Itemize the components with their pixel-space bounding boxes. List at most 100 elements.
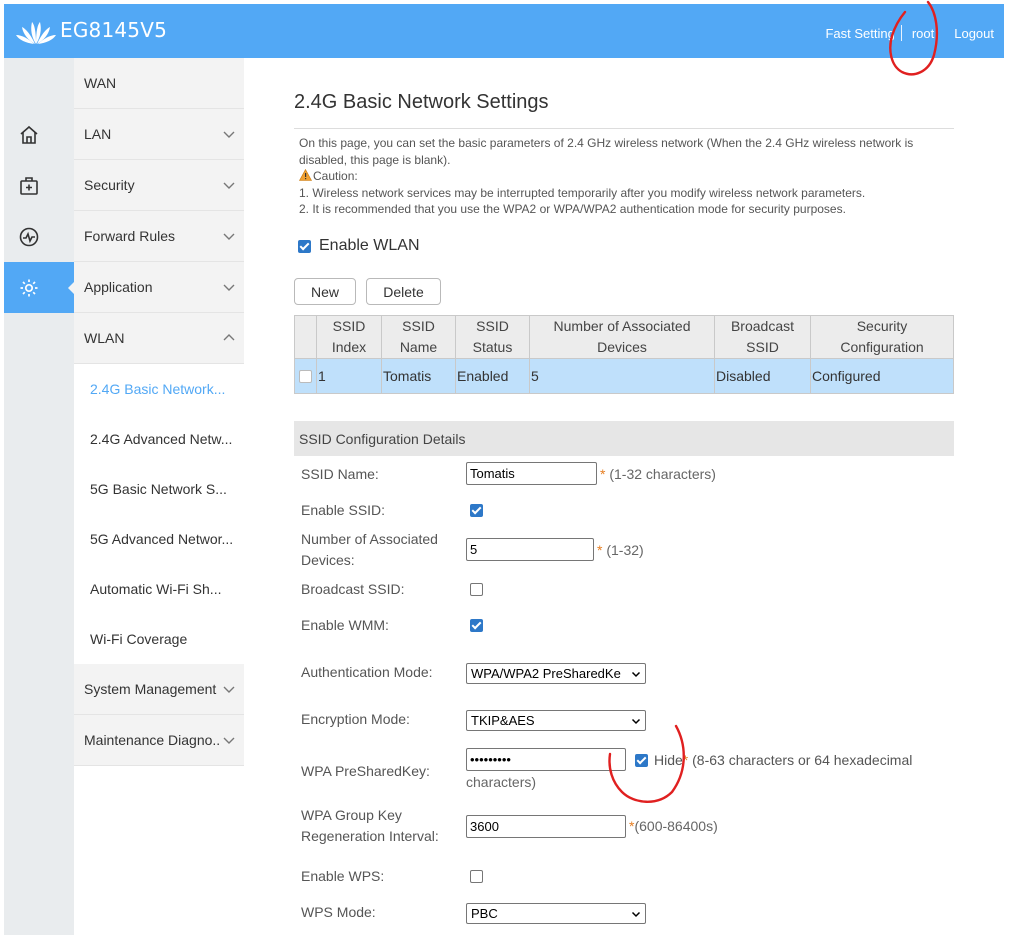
activity-icon	[19, 227, 39, 246]
sidebar-item-application[interactable]: Application	[74, 262, 244, 313]
caution-label: Caution:	[313, 169, 358, 183]
enable-wlan-row: Enable WLAN	[298, 237, 420, 255]
sidebar-subitem-5g-advanced[interactable]: 5G Advanced Networ...	[74, 514, 244, 564]
fast-setting-link[interactable]: Fast Setting	[825, 26, 894, 41]
label-line: Regeneration Interval:	[301, 828, 439, 844]
select-value: TKIP&AES	[471, 713, 535, 728]
hide-key-checkbox[interactable]	[635, 754, 648, 767]
hide-text: Hide	[654, 752, 683, 768]
column-header: Security Configuration	[810, 315, 954, 359]
caution-line: Caution:	[299, 168, 954, 185]
description-text: On this page, you can set the basic para…	[299, 136, 914, 167]
label-line: Devices:	[301, 552, 355, 568]
column-header: SSID Name	[381, 315, 456, 359]
sidebar-item-security[interactable]: Security	[74, 160, 244, 211]
page-title: 2.4G Basic Network Settings	[294, 91, 549, 113]
config-section-header: SSID Configuration Details	[294, 421, 954, 456]
enable-ssid-checkbox[interactable]	[470, 504, 483, 517]
row-select-checkbox[interactable]	[299, 369, 312, 383]
encryption-mode-select[interactable]: TKIP&AES	[466, 710, 646, 731]
assoc-devices-hint: * (1-32)	[597, 542, 644, 558]
sidebar-item-label: WLAN	[84, 330, 125, 346]
user-link[interactable]: root	[912, 26, 934, 41]
sidebar-subitem-wifi-coverage[interactable]: Wi-Fi Coverage	[74, 614, 244, 664]
gear-icon	[20, 279, 38, 296]
top-links: Fast Setting root Logout	[825, 25, 994, 41]
table-cell: 1	[316, 358, 382, 394]
encryption-mode-label: Encryption Mode:	[301, 711, 410, 727]
page-description: On this page, you can set the basic para…	[294, 128, 954, 218]
divider	[900, 25, 902, 41]
chevron-down-icon	[223, 737, 235, 744]
main-content: 2.4G Basic Network Settings On this page…	[244, 58, 1004, 935]
table-cell: 5	[529, 358, 715, 394]
psk-label: WPA PreSharedKey:	[301, 763, 430, 779]
toolbox-icon	[20, 176, 38, 195]
psk-input[interactable]	[466, 748, 626, 771]
select-column-header	[294, 315, 317, 359]
table-cell: Disabled	[714, 358, 811, 394]
sidebar-item-label: Security	[84, 177, 135, 193]
hint-text: (8-63 characters or 64 hexadecimal	[692, 752, 913, 768]
label-line: WPA Group Key	[301, 807, 402, 823]
top-header: EG8145V5 Fast Setting root Logout	[4, 4, 1004, 58]
broadcast-ssid-checkbox[interactable]	[470, 583, 483, 596]
chevron-down-icon	[223, 233, 235, 240]
hint-text: (1-32)	[606, 542, 644, 558]
sidebar-item-label: Maintenance Diagno..	[84, 732, 221, 748]
new-button[interactable]: New	[294, 278, 356, 305]
sidebar-item-maintenance[interactable]: Maintenance Diagno..	[74, 715, 244, 766]
hide-key-label: Hide* (8-63 characters or 64 hexadecimal	[654, 752, 912, 768]
select-value: WPA/WPA2 PreSharedKe	[471, 666, 621, 681]
nav-toolbox[interactable]	[4, 160, 74, 211]
table-row[interactable]: 1 Tomatis Enabled 5 Disabled Configured	[294, 358, 954, 394]
home-icon	[20, 125, 38, 144]
column-header: SSID Status	[455, 315, 530, 359]
delete-button[interactable]: Delete	[366, 278, 441, 305]
chevron-down-icon	[631, 718, 641, 724]
auth-mode-label: Authentication Mode:	[301, 664, 433, 680]
wps-mode-select[interactable]: PBC	[466, 903, 646, 924]
rekey-interval-input[interactable]	[466, 815, 626, 838]
ssid-name-input[interactable]	[466, 462, 597, 485]
sidebar-item-wlan[interactable]: WLAN	[74, 313, 244, 364]
device-model: EG8145V5	[60, 18, 168, 42]
ssid-name-hint: * (1-32 characters)	[600, 466, 716, 482]
huawei-logo-icon	[16, 22, 56, 44]
sidebar-subitem-5g-basic[interactable]: 5G Basic Network S...	[74, 464, 244, 514]
logout-link[interactable]: Logout	[954, 26, 994, 41]
sidebar-item-system-management[interactable]: System Management	[74, 664, 244, 715]
chevron-down-icon	[223, 182, 235, 189]
sidebar-item-lan[interactable]: LAN	[74, 109, 244, 160]
sidebar-menu: WAN LAN Security Forward Rules Applicati…	[74, 58, 244, 935]
sidebar-item-label: Application	[84, 279, 153, 295]
nav-home[interactable]	[4, 109, 74, 160]
sidebar-item-forward-rules[interactable]: Forward Rules	[74, 211, 244, 262]
auth-mode-select[interactable]: WPA/WPA2 PreSharedKe	[466, 663, 646, 684]
wps-mode-label: WPS Mode:	[301, 904, 376, 920]
enable-wlan-label: Enable WLAN	[319, 237, 420, 254]
required-mark: *	[597, 542, 603, 558]
nav-diagnostics[interactable]	[4, 211, 74, 262]
enable-wps-label: Enable WPS:	[301, 868, 385, 884]
enable-wlan-checkbox[interactable]	[298, 239, 311, 253]
chevron-up-icon	[223, 334, 235, 341]
sidebar-item-label: WAN	[84, 75, 117, 91]
chevron-down-icon	[223, 131, 235, 138]
column-header: Number of Associated Devices	[529, 315, 715, 359]
sidebar-subitem-auto-wifi-share[interactable]: Automatic Wi-Fi Sh...	[74, 564, 244, 614]
nav-advanced[interactable]	[4, 262, 76, 313]
table-cell: Tomatis	[381, 358, 456, 394]
enable-wmm-checkbox[interactable]	[470, 619, 483, 632]
enable-wps-checkbox[interactable]	[470, 870, 483, 883]
required-mark: *	[682, 752, 689, 768]
sidebar-subitem-24g-advanced[interactable]: 2.4G Advanced Netw...	[74, 414, 244, 464]
sidebar-subitem-24g-basic[interactable]: 2.4G Basic Network...	[74, 364, 244, 414]
enable-wmm-label: Enable WMM:	[301, 617, 389, 633]
hint-text: (600-86400s)	[634, 818, 718, 834]
assoc-devices-input[interactable]	[466, 538, 594, 561]
chevron-down-icon	[631, 911, 641, 917]
required-mark: *	[600, 466, 606, 482]
table-header-row: SSID Index SSID Name SSID Status Number …	[294, 315, 954, 359]
sidebar-item-wan[interactable]: WAN	[74, 58, 244, 109]
